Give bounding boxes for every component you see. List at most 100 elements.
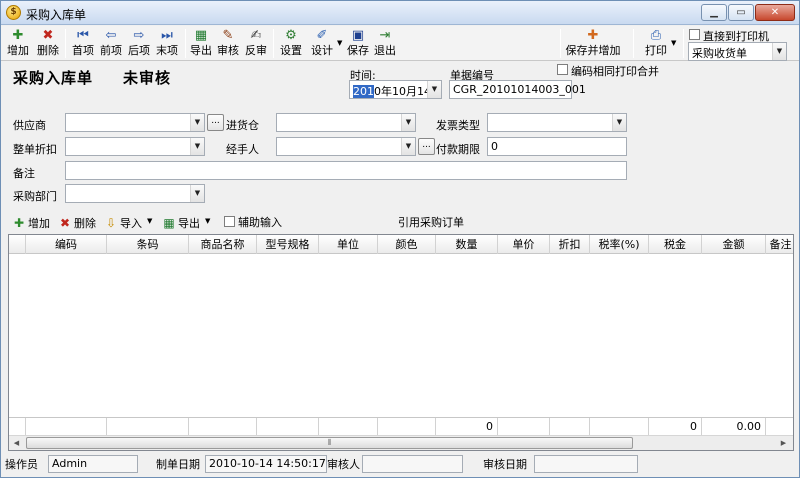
column-header[interactable]: 税金 — [649, 235, 702, 254]
print-template-select[interactable]: 采购收货单 ▼ — [688, 42, 787, 61]
warehouse-select[interactable]: ▼ — [276, 113, 416, 132]
column-header[interactable]: 商品名称 — [189, 235, 257, 254]
calendar-dropdown-icon: ▼ — [427, 81, 441, 98]
operator-label: 操作员 — [5, 458, 38, 471]
chevron-down-icon: ▼ — [612, 114, 626, 131]
column-header[interactable]: 金额 — [702, 235, 766, 254]
date-picker[interactable]: 2010年10月14E ▼ — [349, 80, 442, 99]
invoice-type-select[interactable]: ▼ — [487, 113, 627, 132]
unaudit-button[interactable]: ✍ 反审 — [243, 27, 269, 60]
aux-input-checkbox[interactable] — [224, 216, 235, 227]
handler-select[interactable]: ▼ — [276, 137, 416, 156]
first-button[interactable]: ⏮ 首项 — [69, 27, 97, 60]
import-dropdown-arrow[interactable]: ▼ — [147, 217, 152, 225]
export-dropdown-arrow[interactable]: ▼ — [205, 217, 210, 225]
totals-cell — [550, 418, 590, 435]
scroll-thumb[interactable]: ⦀ — [26, 437, 633, 449]
detail-grid[interactable]: 编码 条码 商品名称 型号规格 单位 颜色 数量 单价 折扣 税率(%) 税金 … — [8, 234, 794, 451]
last-button[interactable]: ⏭ 末项 — [153, 27, 181, 60]
prev-button[interactable]: ⇦ 前项 — [97, 27, 125, 60]
supplier-browse-button[interactable]: ... — [207, 114, 224, 131]
totals-cell — [189, 418, 257, 435]
toolbar-separator — [273, 29, 274, 58]
column-header[interactable]: 条码 — [107, 235, 189, 254]
next-label: 后项 — [128, 44, 150, 57]
column-header[interactable]: 单位 — [319, 235, 378, 254]
payment-term-label: 付款期限 — [436, 143, 480, 156]
detail-export-button[interactable]: ▦ 导出 — [162, 214, 200, 232]
supplier-select[interactable]: ▼ — [65, 113, 205, 132]
auditor-label: 审核人 — [327, 458, 360, 471]
unaudit-icon: ✍ — [250, 28, 262, 43]
column-header[interactable]: 折扣 — [550, 235, 590, 254]
dept-select[interactable]: ▼ — [65, 184, 205, 203]
save-button[interactable]: ▣ 保存 — [345, 27, 371, 60]
handler-browse-button[interactable]: ... — [418, 138, 435, 155]
doc-no-value: CGR_20101014003_001 — [453, 83, 586, 96]
audit-button[interactable]: ✎ 审核 — [215, 27, 241, 60]
discount-select[interactable]: ▼ — [65, 137, 205, 156]
minimize-button[interactable]: ▁ — [701, 4, 727, 21]
detail-add-button[interactable]: ✚ 增加 — [12, 214, 50, 232]
title-bar[interactable]: $ 采购入库单 ▁ ▭ ✕ — [1, 1, 799, 25]
exit-button[interactable]: ⇥ 退出 — [372, 27, 398, 60]
design-dropdown-arrow[interactable]: ▼ — [337, 39, 342, 47]
settings-button[interactable]: ⚙ 设置 — [278, 27, 304, 60]
remark-field[interactable] — [65, 161, 627, 180]
row-indicator-header — [9, 235, 26, 254]
save-disk-icon: ▣ — [351, 28, 365, 43]
next-button[interactable]: ⇨ 后项 — [125, 27, 153, 60]
audit-date-label: 审核日期 — [483, 458, 527, 471]
column-header[interactable]: 税率(%) — [590, 235, 649, 254]
merge-print-checkbox[interactable] — [557, 64, 568, 75]
maximize-button[interactable]: ▭ — [728, 4, 754, 21]
doc-no-field[interactable]: CGR_20101014003_001 — [449, 80, 586, 99]
design-button[interactable]: ✐ 设计 — [308, 27, 336, 60]
detail-toolbar: ✚ 增加 ✖ 删除 ⇩ 导入 ▼ ▦ 导出 ▼ 辅助输入 引用采购订单 — [8, 211, 794, 233]
last-label: 末项 — [156, 44, 178, 57]
date-value: 2010年10月14E — [353, 83, 438, 99]
print-button[interactable]: ⎙ 打印 — [642, 27, 670, 60]
toolbar-separator — [560, 29, 561, 58]
export-button[interactable]: ▦ 导出 — [188, 27, 214, 60]
detail-delete-button[interactable]: ✖ 删除 — [58, 214, 96, 232]
first-icon: ⏮ — [77, 28, 89, 43]
detail-export-label: 导出 — [178, 217, 200, 230]
chevron-down-icon: ▼ — [190, 185, 204, 202]
export-label: 导出 — [190, 44, 212, 57]
window-controls: ▁ ▭ ✕ — [701, 4, 795, 21]
design-icon: ✐ — [316, 28, 328, 43]
totals-cell — [498, 418, 550, 435]
delete-button[interactable]: ✖ 删除 — [34, 27, 62, 60]
created-date-field: 2010-10-14 14:50:17 — [205, 455, 327, 473]
next-icon: ⇨ — [133, 28, 145, 43]
status-bar: 操作员 Admin 制单日期 2010-10-14 14:50:17 审核人 审… — [1, 453, 799, 477]
scroll-left-icon[interactable]: ◀ — [9, 436, 24, 450]
column-header[interactable]: 备注 — [766, 235, 793, 254]
print-dropdown-arrow[interactable]: ▼ — [671, 39, 676, 47]
column-header[interactable]: 数量 — [436, 235, 498, 254]
excel-icon: ▦ — [194, 28, 208, 43]
close-button[interactable]: ✕ — [755, 4, 795, 21]
chevron-down-icon: ▼ — [401, 114, 415, 131]
chevron-down-icon: ▼ — [190, 138, 204, 155]
horizontal-scrollbar[interactable]: ◀ ⦀ ▶ — [9, 435, 793, 450]
add-label: 增加 — [7, 44, 29, 57]
column-header[interactable]: 编码 — [26, 235, 107, 254]
ref-order-button[interactable]: 引用采购订单 — [398, 214, 464, 232]
discount-label: 整单折扣 — [13, 143, 57, 156]
column-header[interactable]: 型号规格 — [257, 235, 319, 254]
save-label: 保存 — [347, 44, 369, 57]
audit-date-field — [534, 455, 638, 473]
detail-import-button[interactable]: ⇩ 导入 — [104, 214, 142, 232]
payment-term-field[interactable]: 0 — [487, 137, 627, 156]
print-icon: ⎙ — [650, 28, 662, 43]
scroll-right-icon[interactable]: ▶ — [776, 436, 791, 450]
column-header[interactable]: 颜色 — [378, 235, 436, 254]
first-label: 首项 — [72, 44, 94, 57]
add-button[interactable]: ✚ 增加 — [4, 27, 32, 60]
print-template-value: 采购收货单 — [692, 47, 747, 60]
save-and-add-button[interactable]: ✚ 保存并增加 — [563, 27, 623, 60]
direct-print-checkbox[interactable] — [689, 29, 700, 40]
column-header[interactable]: 单价 — [498, 235, 550, 254]
